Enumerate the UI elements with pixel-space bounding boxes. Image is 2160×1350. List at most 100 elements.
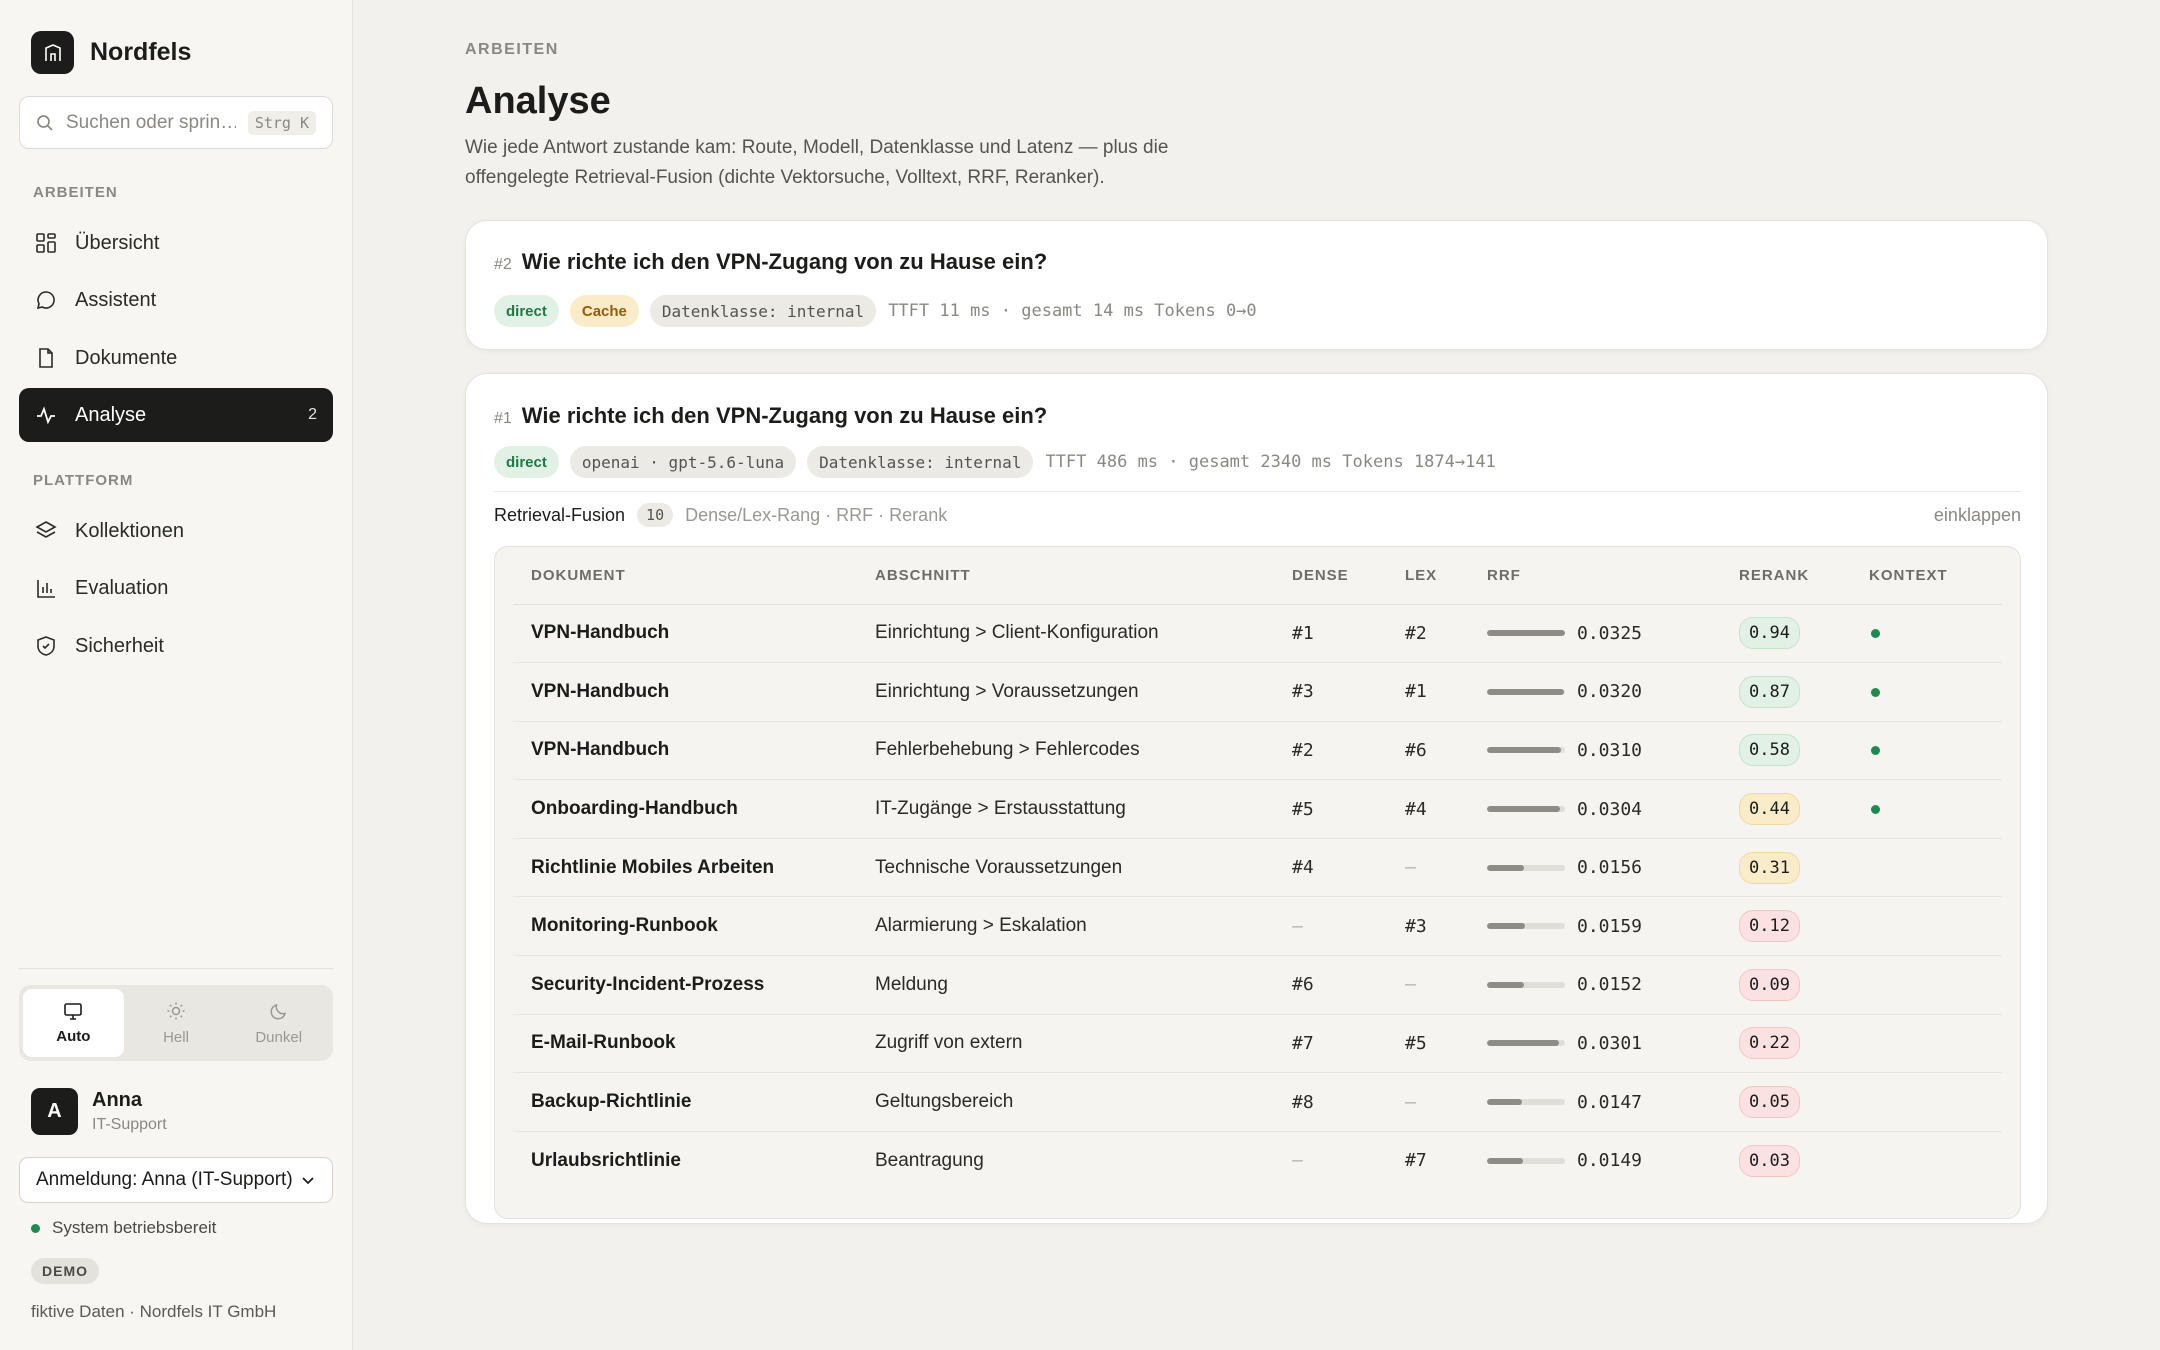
avatar: A [31, 1088, 78, 1135]
rrf-value: 0.0320 [1577, 681, 1643, 703]
layers-icon [35, 521, 57, 538]
table-row[interactable]: Richtlinie Mobiles Arbeiten Technische Vo… [513, 838, 2002, 898]
search-icon [37, 114, 53, 131]
login-select[interactable]: Anmeldung: Anna (IT-Support) [19, 1157, 333, 1203]
cell-dense-rank: #1 [1274, 604, 1387, 664]
rerank-score-badge: 0.58 [1739, 734, 1800, 767]
brand[interactable]: Nordfels [31, 31, 191, 74]
cell-section: Geltungsbereich [857, 1072, 1274, 1132]
fusion-header: Retrieval-Fusion 10 Dense/Lex-Rang · RRF… [494, 503, 2021, 527]
query-tags: direct openai · gpt-5.6-luna Datenklasse… [494, 446, 1496, 478]
column-header-kontext[interactable]: KONTEXT [1851, 547, 2002, 605]
collapse-button[interactable]: einklappen [1934, 505, 2021, 526]
model-badge: openai · gpt-5.6-luna [569, 446, 797, 478]
cell-dense-rank: #6 [1274, 955, 1387, 1015]
column-header-abschnitt[interactable]: ABSCHNITT [857, 547, 1274, 605]
chevron-down-icon [302, 1177, 314, 1185]
cell-context [1851, 1072, 2002, 1132]
sidebar-item-analyse[interactable]: Analyse 2 [19, 388, 333, 442]
rrf-bar-fill [1487, 806, 1560, 813]
user-profile[interactable]: A Anna IT-Support [31, 1088, 167, 1135]
cell-lex-rank: #2 [1387, 604, 1469, 664]
column-header-rrf[interactable]: RRF [1469, 547, 1721, 605]
brand-logo-icon [31, 31, 74, 74]
cell-context [1851, 955, 2002, 1015]
table-row[interactable]: VPN-Handbuch Einrichtung > Client-Konfigu… [513, 604, 2002, 664]
sidebar-item-label: Sicherheit [75, 634, 164, 657]
theme-option-label: Auto [56, 1027, 91, 1045]
table-row[interactable]: VPN-Handbuch Einrichtung > Voraussetzunge… [513, 662, 2002, 722]
rerank-score-badge: 0.44 [1739, 793, 1800, 826]
sidebar-item-evaluation[interactable]: Evaluation [19, 561, 333, 615]
cell-rrf: 0.0156 [1469, 838, 1721, 898]
cell-section: Zugriff von extern [857, 1014, 1274, 1074]
search-input[interactable]: Suchen oder sprin… Strg K [19, 96, 333, 149]
cell-dense-rank: #5 [1274, 779, 1387, 839]
bar-chart-icon [37, 580, 55, 598]
cell-document: Onboarding-Handbuch [513, 779, 857, 839]
cell-section: Einrichtung > Voraussetzungen [857, 662, 1274, 722]
rrf-bar [1487, 1099, 1565, 1106]
cell-section: Einrichtung > Client-Konfiguration [857, 604, 1274, 664]
query-question: Wie richte ich den VPN-Zugang von zu Hau… [521, 249, 1048, 274]
activity-icon [37, 406, 55, 425]
rrf-bar [1487, 688, 1565, 695]
query-metrics: TTFT 486 ms · gesamt 2340 ms Tokens 1874… [1045, 452, 1496, 472]
column-header-rerank[interactable]: RERANK [1721, 547, 1851, 605]
cell-rrf: 0.0149 [1469, 1131, 1721, 1190]
cell-section: Fehlerbehebung > Fehlercodes [857, 721, 1274, 781]
cell-lex-rank: #6 [1387, 721, 1469, 781]
sidebar-item-kollektionen[interactable]: Kollektionen [19, 504, 333, 558]
rrf-bar-fill [1487, 1040, 1560, 1047]
table-row[interactable]: Security-Incident-Prozess Meldung #6– 0.015… [513, 955, 2002, 1015]
sidebar-item-dokumente[interactable]: Dokumente [19, 331, 333, 385]
query-header: #2 Wie richte ich den VPN-Zugang von zu … [494, 249, 1047, 275]
column-header-lex[interactable]: LEX [1387, 547, 1469, 605]
rrf-bar-fill [1487, 864, 1525, 871]
cell-lex-rank: #5 [1387, 1014, 1469, 1074]
cell-lex-rank: #7 [1405, 1150, 1427, 1172]
section-label-work: ARBEITEN [33, 184, 118, 201]
table-row[interactable]: Urlaubsrichtlinie Beantragung – #7 0.0149 0.0… [513, 1131, 2002, 1190]
query-card[interactable]: #2 Wie richte ich den VPN-Zugang von zu … [465, 220, 2048, 350]
cell-section: Alarmierung > Eskalation [857, 896, 1274, 957]
moon-icon [270, 1003, 286, 1019]
query-tags: direct Cache Datenklasse: internal TTFT … [494, 295, 1257, 327]
cell-context [1851, 1014, 2002, 1074]
sidebar-item-sicherheit[interactable]: Sicherheit [19, 619, 333, 673]
cell-rrf: 0.0147 [1469, 1072, 1721, 1132]
column-header-dense[interactable]: DENSE [1274, 547, 1387, 605]
theme-option-dark[interactable]: Dunkel [228, 989, 329, 1057]
cell-dense-rank: #2 [1274, 721, 1387, 781]
rrf-value: 0.0149 [1577, 1150, 1643, 1172]
table-row[interactable]: E-Mail-Runbook Zugriff von extern #7 #5 0.03… [513, 1014, 2002, 1074]
query-card-expanded: #1 Wie richte ich den VPN-Zugang von zu … [465, 373, 2048, 1224]
user-role: IT-Support [92, 1116, 167, 1133]
cell-context [1851, 838, 2002, 898]
column-header-dokument[interactable]: DOKUMENT [513, 547, 857, 605]
cell-dense-rank: – [1274, 896, 1387, 957]
table-header-row: DOKUMENT ABSCHNITT DENSE LEX RRF RERANK … [513, 547, 2002, 605]
table-row[interactable]: Onboarding-Handbuch IT-Zugänge > Erstauss… [513, 779, 2002, 839]
sidebar-item-assistent[interactable]: Assistent [19, 273, 333, 327]
cell-rerank: 0.09 [1721, 955, 1851, 1015]
table-row[interactable]: Monitoring-Runbook Alarmierung > Eskalati… [513, 896, 2002, 957]
cell-section: IT-Zugänge > Erstausstattung [857, 779, 1274, 839]
cell-document: E-Mail-Runbook [513, 1014, 857, 1074]
cell-lex-rank: – [1387, 955, 1469, 1015]
context-included-icon [1871, 629, 1880, 639]
cell-document: Security-Incident-Prozess [513, 955, 857, 1015]
theme-option-light[interactable]: Hell [126, 989, 227, 1057]
cell-document: Urlaubsrichtlinie [531, 1149, 681, 1171]
sidebar-item-uebersicht[interactable]: Übersicht [19, 216, 333, 270]
theme-option-auto[interactable]: Auto [23, 989, 124, 1057]
sidebar-item-label: Evaluation [75, 576, 169, 599]
rerank-score-badge: 0.12 [1739, 910, 1800, 943]
login-select-value: Anmeldung: Anna (IT-Support) [36, 1169, 293, 1190]
system-status-text: System betriebsbereit [52, 1218, 217, 1237]
table-row[interactable]: Backup-Richtlinie Geltungsbereich #8– 0.014… [513, 1072, 2002, 1132]
fusion-title: Retrieval-Fusion [494, 504, 626, 525]
rrf-value: 0.0301 [1577, 1032, 1643, 1054]
table-row[interactable]: VPN-Handbuch Fehlerbehebung > Fehlercodes… [513, 721, 2002, 781]
monitor-icon [64, 1002, 83, 1020]
